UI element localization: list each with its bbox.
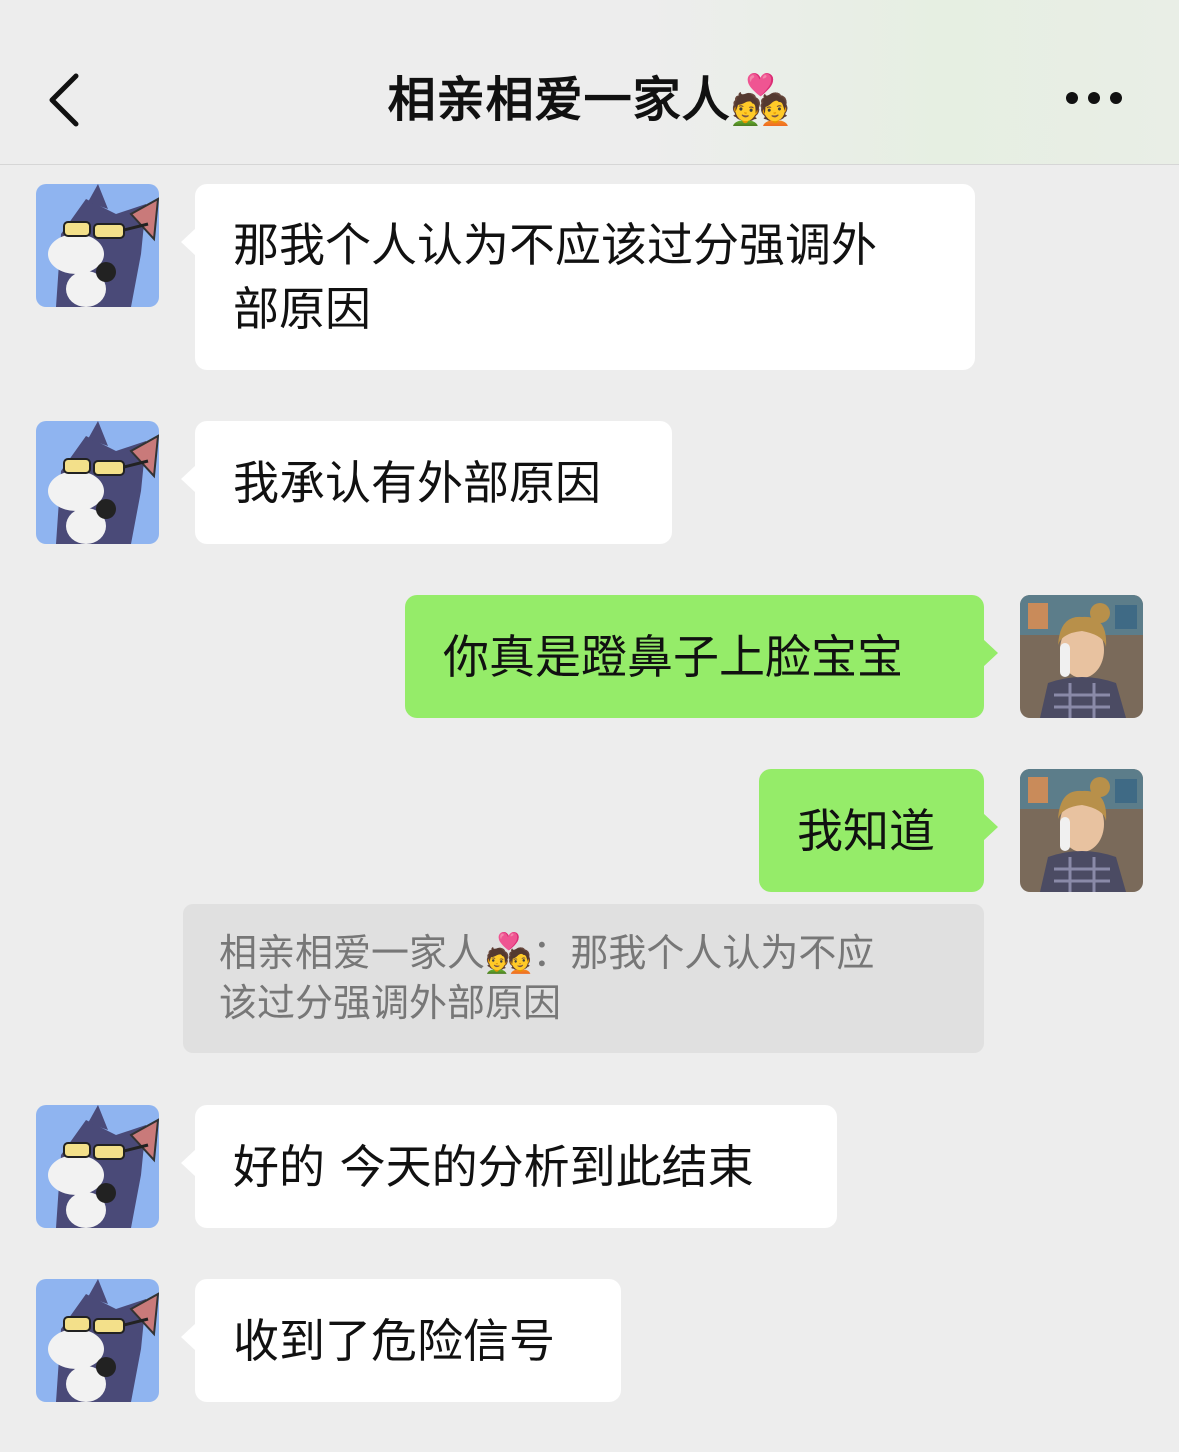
user-photo-icon [1020,769,1143,892]
chat-title: 相亲相爱一家人💑 [387,72,792,128]
message-text: 收到了危险信号 [233,1314,555,1368]
message-text-line: 那我个人认为不应该过分强调外 [233,218,877,272]
quote-text-line: 相亲相爱一家人💑：那我个人认为不应 [219,931,875,975]
cat-avatar-icon [36,1279,159,1402]
cat-avatar-icon [36,184,159,307]
contact-avatar[interactable] [36,1105,159,1228]
cat-avatar-icon [36,421,159,544]
message-bubble[interactable]: 我承认有外部原因 [181,421,672,544]
message-text-line: 部原因 [233,282,371,336]
more-dots-icon [1066,92,1122,104]
message-text: 你真是蹬鼻子上脸宝宝 [443,630,903,684]
quote-text-line: 该过分强调外部原因 [219,981,562,1025]
contact-avatar[interactable] [36,184,159,307]
quoted-message[interactable]: 相亲相爱一家人💑：那我个人认为不应 该过分强调外部原因 [183,904,984,1053]
message-bubble[interactable]: 收到了危险信号 [181,1279,621,1402]
message-bubble[interactable]: 好的 今天的分析到此结束 [181,1105,837,1228]
message-text: 我承认有外部原因 [233,456,601,510]
message-text: 我知道 [797,804,935,858]
chat-header: 相亲相爱一家人💑 [0,0,1179,165]
self-avatar[interactable] [1020,595,1143,718]
message-text: 好的 今天的分析到此结束 [233,1140,754,1194]
contact-avatar[interactable] [36,421,159,544]
user-photo-icon [1020,595,1143,718]
message-bubble[interactable]: 那我个人认为不应该过分强调外 部原因 [181,184,975,370]
more-button[interactable] [1058,80,1130,116]
message-bubble-self[interactable]: 你真是蹬鼻子上脸宝宝 [405,595,998,718]
self-avatar[interactable] [1020,769,1143,892]
cat-avatar-icon [36,1105,159,1228]
contact-avatar[interactable] [36,1279,159,1402]
message-bubble-self[interactable]: 我知道 [759,769,998,892]
